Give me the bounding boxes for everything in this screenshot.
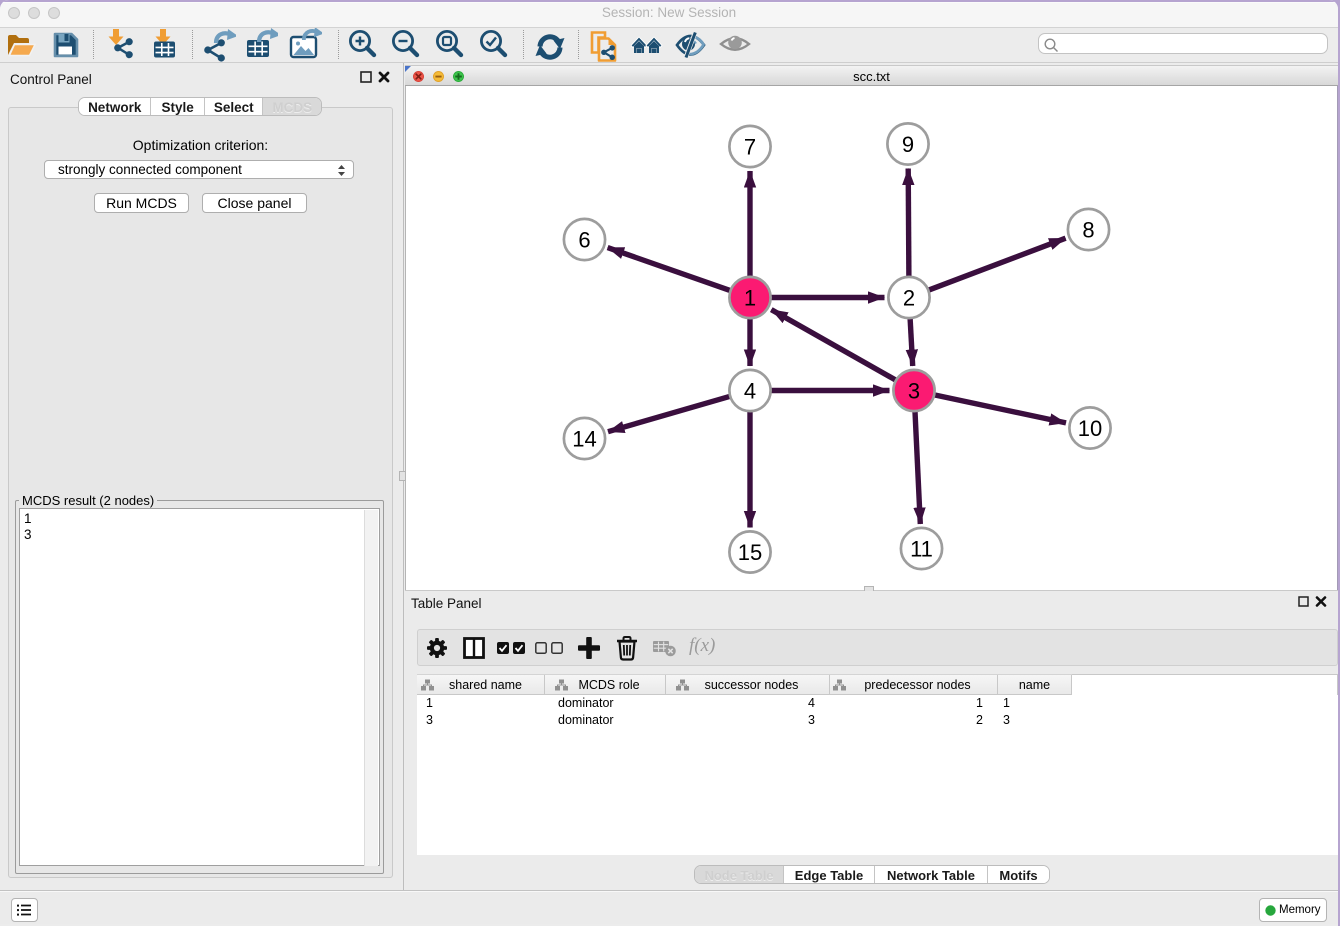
svg-text:4: 4 bbox=[744, 379, 756, 404]
svg-text:9: 9 bbox=[902, 132, 914, 157]
svg-text:8: 8 bbox=[1082, 218, 1094, 243]
svg-text:10: 10 bbox=[1078, 416, 1102, 441]
svg-text:2: 2 bbox=[903, 286, 915, 311]
svg-text:14: 14 bbox=[572, 427, 596, 452]
svg-text:7: 7 bbox=[744, 135, 756, 160]
svg-text:11: 11 bbox=[910, 537, 933, 562]
svg-text:1: 1 bbox=[744, 286, 756, 311]
svg-text:15: 15 bbox=[738, 540, 762, 565]
svg-text:3: 3 bbox=[908, 379, 920, 404]
svg-text:6: 6 bbox=[578, 228, 590, 253]
